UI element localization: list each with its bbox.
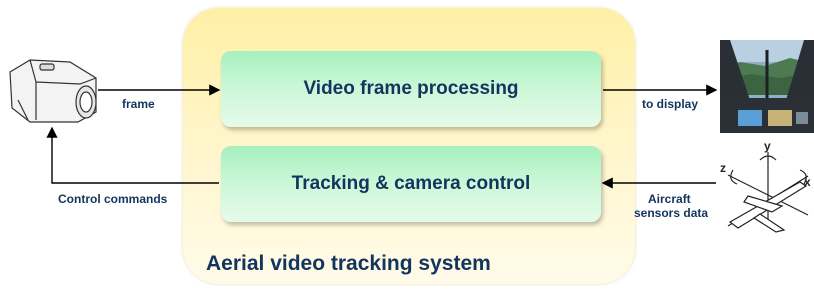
diagram-overlay: y z x	[9, 59, 811, 233]
axis-x-label: x	[804, 175, 811, 189]
control-commands-arrow	[46, 126, 219, 184]
aircraft-axes-icon	[727, 152, 809, 233]
axis-z-label: z	[720, 161, 726, 175]
axis-y-label: y	[764, 139, 771, 153]
cockpit-display-image	[720, 40, 814, 133]
video-camera-icon	[9, 59, 97, 123]
